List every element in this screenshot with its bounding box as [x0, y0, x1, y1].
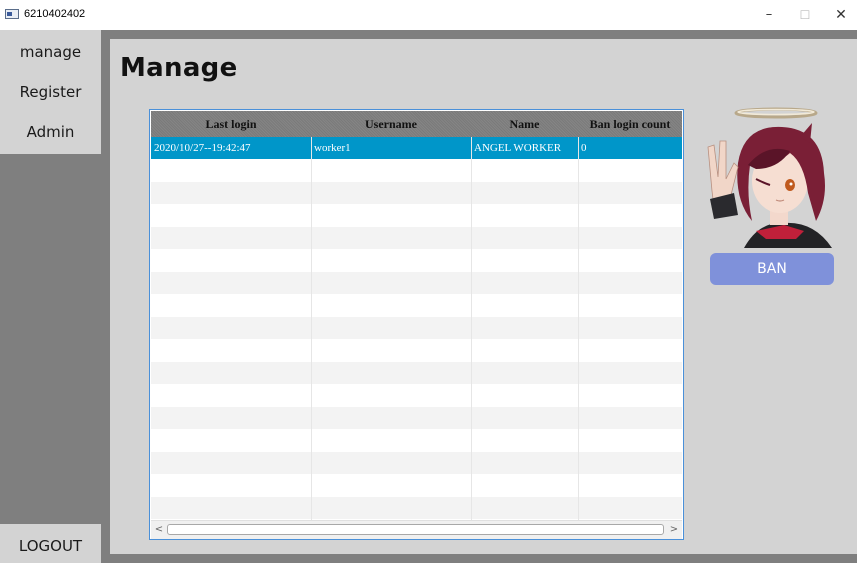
- page-title: Manage: [120, 53, 238, 83]
- column-divider: [471, 137, 472, 520]
- column-header-username[interactable]: Username: [311, 111, 471, 137]
- window-title: 6210402402: [24, 8, 86, 20]
- table-row[interactable]: [151, 497, 682, 519]
- ban-button[interactable]: BAN: [710, 253, 834, 285]
- title-bar: 6210402402 – ☐ ✕: [0, 0, 857, 30]
- table-row[interactable]: [151, 317, 682, 339]
- close-icon[interactable]: ✕: [826, 4, 856, 26]
- user-table: Last login Username Name Ban login count…: [149, 109, 684, 540]
- table-row[interactable]: [151, 429, 682, 452]
- column-header-ban-login-count[interactable]: Ban login count: [578, 111, 682, 137]
- table-row[interactable]: [151, 227, 682, 249]
- sidebar-item-admin[interactable]: Admin: [0, 112, 101, 152]
- horizontal-scrollbar[interactable]: < >: [151, 520, 682, 539]
- scroll-left-icon[interactable]: <: [151, 521, 167, 539]
- cell-last-login: 2020/10/27--19:42:47: [154, 142, 251, 154]
- table-row[interactable]: [151, 249, 682, 272]
- table-row[interactable]: [151, 407, 682, 429]
- scroll-right-icon[interactable]: >: [666, 521, 682, 539]
- main-panel: Manage Last login Username Name Ban logi…: [110, 39, 857, 554]
- sidebar-menu: manage Register Admin: [0, 30, 101, 154]
- minimize-icon[interactable]: –: [754, 4, 784, 26]
- sidebar: manage Register Admin LOGOUT: [0, 30, 101, 563]
- logout-button[interactable]: LOGOUT: [0, 524, 101, 563]
- cell-name: ANGEL WORKER: [474, 142, 562, 154]
- table-row[interactable]: [151, 452, 682, 474]
- column-header-name[interactable]: Name: [471, 111, 578, 137]
- table-header: Last login Username Name Ban login count: [151, 111, 682, 137]
- sidebar-item-manage[interactable]: manage: [0, 32, 101, 72]
- table-row[interactable]: [151, 339, 682, 362]
- main-frame: Manage Last login Username Name Ban logi…: [101, 30, 857, 563]
- table-row[interactable]: [151, 384, 682, 407]
- table-row[interactable]: [151, 159, 682, 182]
- app-icon: [5, 9, 19, 19]
- scroll-thumb[interactable]: [167, 524, 664, 535]
- avatar-image: [707, 107, 832, 248]
- table-row[interactable]: [151, 272, 682, 294]
- table-row[interactable]: [151, 182, 682, 204]
- column-divider: [311, 137, 312, 520]
- column-divider: [578, 137, 579, 520]
- maximize-icon[interactable]: ☐: [790, 4, 820, 26]
- table-row[interactable]: [151, 294, 682, 317]
- column-header-last-login[interactable]: Last login: [151, 111, 311, 137]
- table-row[interactable]: [151, 362, 682, 384]
- cell-username: worker1: [314, 142, 351, 154]
- table-row[interactable]: [151, 204, 682, 227]
- table-row[interactable]: [151, 474, 682, 497]
- table-row[interactable]: 2020/10/27--19:42:47 worker1 ANGEL WORKE…: [151, 137, 682, 159]
- cell-ban-count: 0: [581, 142, 587, 154]
- sidebar-item-register[interactable]: Register: [0, 72, 101, 112]
